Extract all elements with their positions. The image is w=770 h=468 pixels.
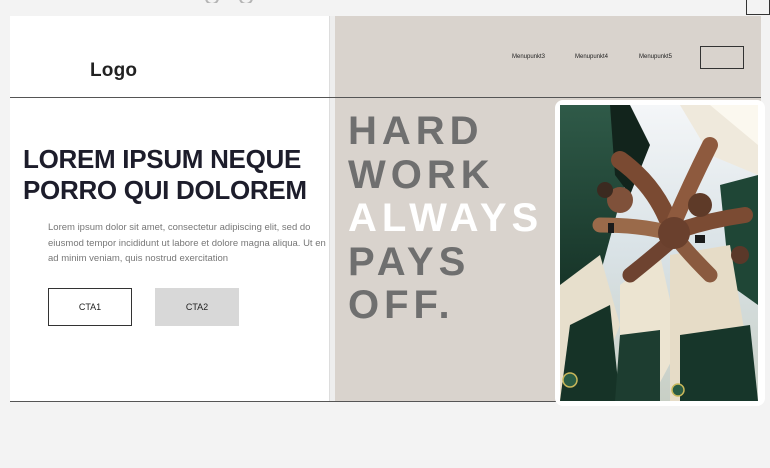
corner-outline <box>746 0 770 15</box>
nav-item-menupunkt5[interactable]: Menupunkt5 <box>639 54 672 60</box>
slogan-line-pays: PAYS <box>348 239 471 284</box>
headline-line-2: PORRO QUI DOLOREM <box>23 175 307 205</box>
header-divider <box>10 97 761 98</box>
cta1-button[interactable]: CTA1 <box>48 288 132 326</box>
left-panel <box>10 16 329 401</box>
body-line-2: eiusmod tempor incididunt ut labore et d… <box>48 237 326 249</box>
nav-item-menupunkt3[interactable]: Menupunkt3 <box>512 54 545 60</box>
body-line-1: Lorem ipsum dolor sit amet, consectetur … <box>48 222 311 233</box>
slogan-line-off: OFF. <box>348 283 455 327</box>
slogan-line-hard: HARD <box>348 109 484 153</box>
hero-body-text: Lorem ipsum dolor sit amet, consectetur … <box>48 220 330 267</box>
slogan: HARD WORK ALWAYS PAYS OFF. <box>348 109 544 328</box>
body-line-3: ad minim veniam, quis nostrud exercitati… <box>48 253 229 264</box>
logo[interactable]: Logo <box>90 60 137 82</box>
hero-headline: LOREM IPSUM NEQUE PORRO QUI DOLOREM <box>23 144 343 206</box>
slogan-line-always: ALWAYS <box>348 196 544 240</box>
team-huddle-photo <box>560 105 758 401</box>
top-edge-fragment <box>205 0 275 3</box>
headline-line-1: LOREM IPSUM NEQUE <box>23 144 302 174</box>
slogan-line-work: WORK <box>348 152 495 197</box>
photo-card <box>555 100 765 406</box>
nav-item-menupunkt4[interactable]: Menupunkt4 <box>575 54 608 60</box>
page-frame: Logo Menupunkt3 Menupunkt4 Menupunkt5 LO… <box>10 16 765 406</box>
cta2-button[interactable]: CTA2 <box>155 288 239 326</box>
nav-cta-button[interactable] <box>700 46 744 69</box>
